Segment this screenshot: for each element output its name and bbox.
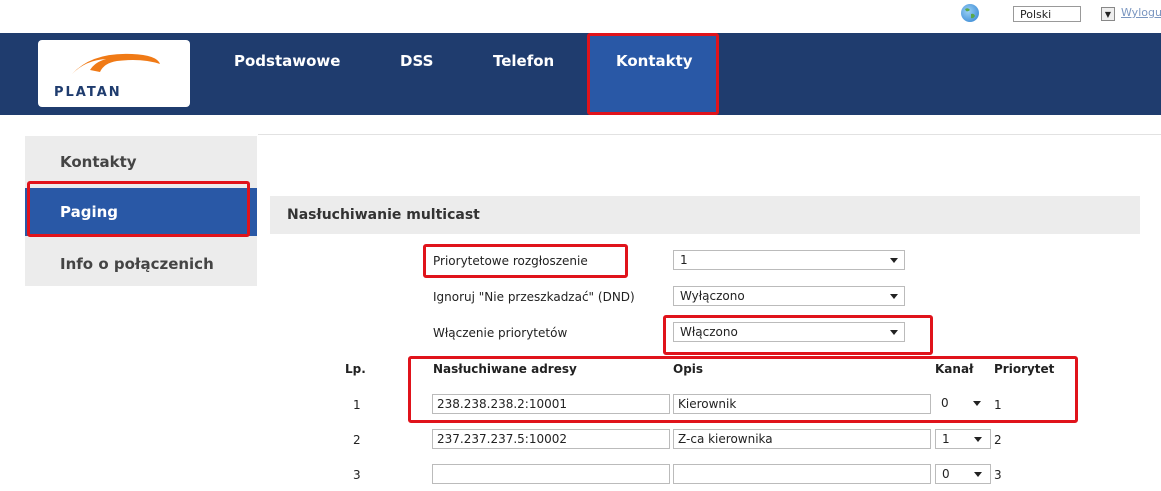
nav-podstawowe[interactable]: Podstawowe xyxy=(234,52,340,82)
setting-label-ignore-dnd: Ignoruj "Nie przeszkadzać" (DND) xyxy=(433,290,635,304)
chevron-down-icon xyxy=(890,294,898,299)
highlight-box-paging xyxy=(27,181,250,237)
logout-link[interactable]: Wylogu xyxy=(1121,6,1161,19)
chevron-down-icon xyxy=(890,258,898,263)
globe-icon xyxy=(961,4,979,22)
section-title: Nasłuchiwanie multicast xyxy=(270,196,1140,234)
priority-broadcast-select[interactable]: 1 xyxy=(673,250,905,270)
sidebar-item-kontakty[interactable]: Kontakty xyxy=(25,138,257,186)
nav-telefon[interactable]: Telefon xyxy=(493,52,554,82)
highlight-box-nav xyxy=(587,33,719,115)
row-priority: 2 xyxy=(994,433,1002,447)
channel-select[interactable]: 1 xyxy=(935,429,991,449)
highlight-box-priority-broadcast xyxy=(423,244,628,278)
language-dropdown-arrow-icon[interactable]: ▼ xyxy=(1101,7,1115,21)
column-header-lp: Lp. xyxy=(345,362,366,376)
description-input[interactable] xyxy=(673,464,931,484)
language-select[interactable]: Polski xyxy=(1013,6,1081,22)
address-input[interactable] xyxy=(432,464,670,484)
highlight-box-table xyxy=(408,356,1078,423)
row-priority: 3 xyxy=(994,468,1002,482)
row-number: 3 xyxy=(353,468,361,482)
highlight-box-priority-enable xyxy=(663,315,933,355)
chevron-down-icon xyxy=(974,437,982,442)
row-number: 1 xyxy=(353,398,361,412)
sidebar-item-info[interactable]: Info o połączenich xyxy=(25,240,257,288)
address-input[interactable]: 237.237.237.5:10002 xyxy=(432,429,670,449)
row-number: 2 xyxy=(353,433,361,447)
chevron-down-icon xyxy=(974,472,982,477)
description-input[interactable]: Z-ca kierownika xyxy=(673,429,931,449)
channel-select[interactable]: 0 xyxy=(935,464,991,484)
nav-dss[interactable]: DSS xyxy=(400,52,433,82)
logo-text: PLATAN xyxy=(54,85,122,100)
ignore-dnd-select[interactable]: Wyłączono xyxy=(673,286,905,306)
setting-label-priority-enable: Włączenie priorytetów xyxy=(433,326,568,340)
header-separator xyxy=(258,134,1161,135)
